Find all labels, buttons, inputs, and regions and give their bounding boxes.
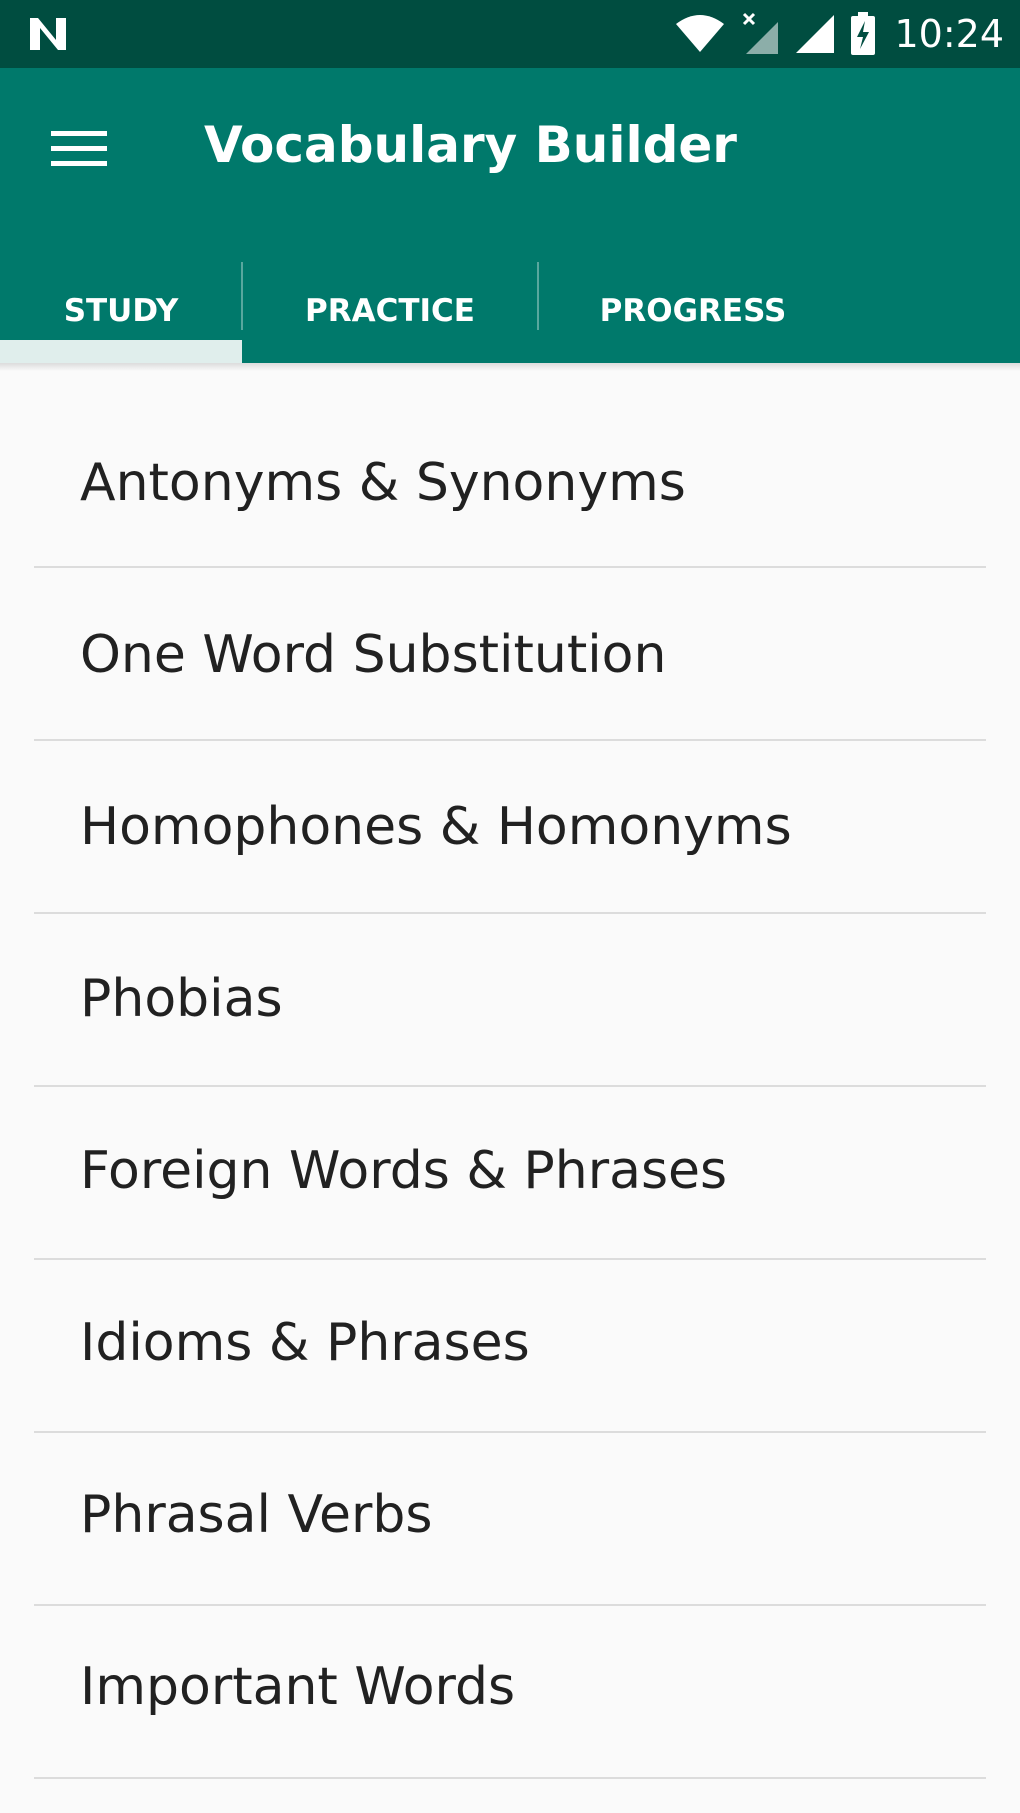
signal-icon <box>796 15 835 53</box>
list-item-label: Idioms & Phrases <box>80 1313 530 1373</box>
n-logo-icon <box>30 18 66 50</box>
menu-button[interactable] <box>36 106 122 192</box>
topic-list: Antonyms & Synonyms One Word Substitutio… <box>0 370 1020 1779</box>
status-time: 10:24 <box>894 12 1004 56</box>
list-item[interactable]: Important Words <box>0 1581 1020 1779</box>
list-item[interactable]: Phobias <box>0 889 1020 1087</box>
status-icons: 10:24 <box>674 0 1004 68</box>
status-bar: 10:24 <box>0 0 1020 68</box>
tab-selected-indicator <box>0 340 242 363</box>
list-item-label: Homophones & Homonyms <box>80 797 792 857</box>
app-title: Vocabulary Builder <box>204 116 737 174</box>
list-item[interactable]: Antonyms & Synonyms <box>0 370 1020 568</box>
tab-practice[interactable]: PRACTICE <box>242 258 538 363</box>
list-item[interactable]: Homophones & Homonyms <box>0 716 1020 914</box>
list-item-label: Foreign Words & Phrases <box>80 1141 728 1201</box>
list-item-label: Important Words <box>80 1657 516 1717</box>
list-item-label: Phrasal Verbs <box>80 1485 433 1545</box>
tab-label: PROGRESS <box>599 292 787 329</box>
tab-label: STUDY <box>63 292 179 329</box>
list-divider <box>34 1777 986 1779</box>
list-item-label: One Word Substitution <box>80 625 667 685</box>
list-item-label: Antonyms & Synonyms <box>80 453 686 513</box>
list-item[interactable]: Foreign Words & Phrases <box>0 1062 1020 1260</box>
battery-charging-icon <box>851 12 876 55</box>
menu-icon <box>51 131 107 166</box>
wifi-icon <box>676 15 725 52</box>
tab-progress[interactable]: PROGRESS <box>538 258 848 363</box>
tab-label: PRACTICE <box>305 292 475 329</box>
no-signal-icon <box>743 12 779 54</box>
list-item-label: Phobias <box>80 969 283 1029</box>
list-item[interactable]: Idioms & Phrases <box>0 1235 1020 1433</box>
list-item[interactable]: Phrasal Verbs <box>0 1408 1020 1606</box>
list-item[interactable]: One Word Substitution <box>0 543 1020 741</box>
